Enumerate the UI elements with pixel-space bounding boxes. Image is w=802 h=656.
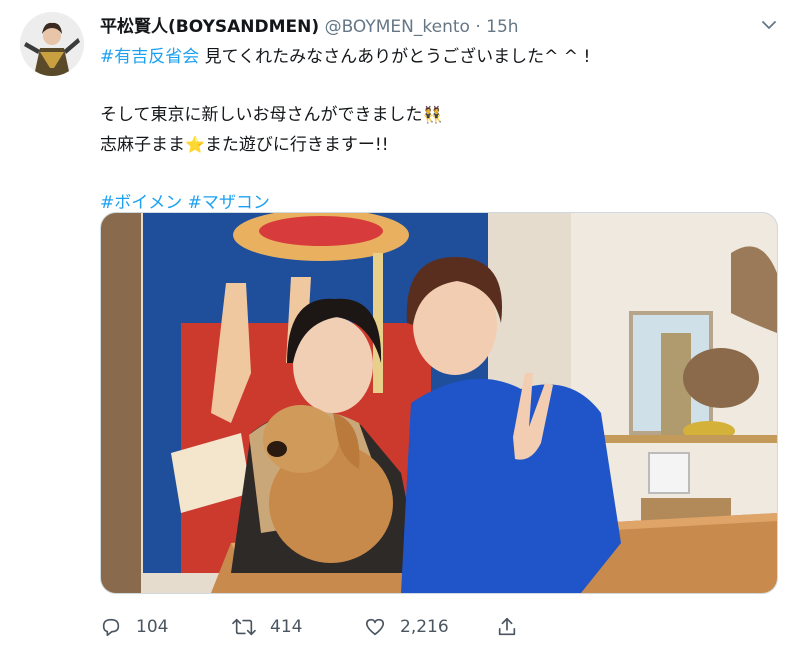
display-name[interactable]: 平松賢人(BOYSANDMEN) [100,17,319,37]
reply-count: 104 [136,617,169,637]
tweet-line-1: #有吉反省会 見てくれたみなさんありがとうございました^ ^ ! [100,42,780,72]
tweet-line-2: そして東京に新しいお母さんができました👯 [100,100,780,130]
tweet: 平松賢人(BOYSANDMEN) @BOYMEN_kento · 15h #有吉… [0,0,802,656]
timestamp[interactable]: 15h [486,17,518,37]
dancers-emoji: 👯 [422,105,443,124]
avatar-image [20,12,84,76]
retweet-button[interactable]: 414 [232,612,302,642]
like-count: 2,216 [400,617,449,637]
tweet-photo[interactable] [100,212,778,594]
separator-dot: · [475,17,481,37]
reply-button[interactable]: 104 [100,612,168,642]
share-icon [498,617,516,636]
hashtag-link[interactable]: #有吉反省会 [100,47,199,67]
tweet-text: #有吉反省会 見てくれたみなさんありがとうございました^ ^ ! そして東京に新… [100,42,780,218]
tweet-line-2-text: そして東京に新しいお母さんができました [100,105,423,125]
photo-illustration [101,213,777,593]
tweet-header: 平松賢人(BOYSANDMEN) @BOYMEN_kento · 15h [100,12,519,37]
share-button[interactable] [496,612,532,642]
avatar[interactable] [20,12,84,76]
star-emoji: ⭐ [185,135,205,154]
like-button[interactable]: 2,216 [364,612,449,642]
chevron-down-icon[interactable] [758,14,780,36]
reply-icon [102,618,120,637]
hashtag-link[interactable]: #ボイメン [100,193,182,213]
tweet-line-1-text: 見てくれたみなさんありがとうございました^ ^ ! [199,47,591,67]
hashtag-link[interactable]: #マザコン [188,193,270,213]
like-icon [365,618,385,636]
retweet-count: 414 [270,617,303,637]
handle[interactable]: @BOYMEN_kento [325,17,470,37]
tweet-line-3-text-b: また遊びに行きますー!! [204,135,389,155]
retweet-icon [232,618,256,636]
tweet-line-3: 志麻子まま⭐また遊びに行きますー!! [100,130,780,160]
tweet-line-3-text-a: 志麻子まま [100,135,185,155]
